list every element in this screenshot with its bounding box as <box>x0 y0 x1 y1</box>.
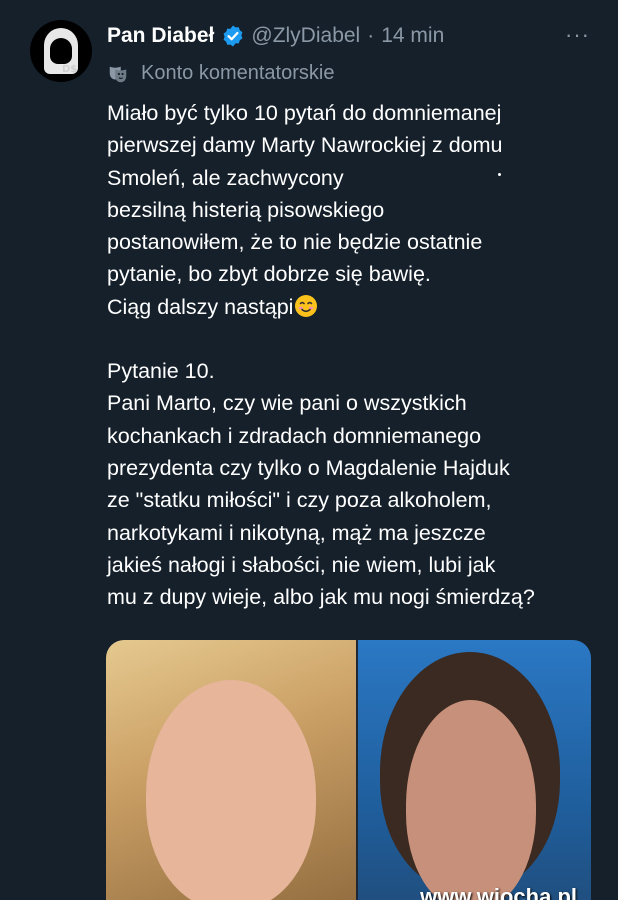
photo-right[interactable] <box>358 640 591 900</box>
stray-dot <box>498 173 501 176</box>
hood-shadow <box>50 38 72 64</box>
tweet-header: Pan Diabeł @ZlyDiabel · 14 min <box>107 22 444 50</box>
verified-badge-icon <box>223 25 243 47</box>
photo-left[interactable] <box>106 640 356 900</box>
display-name[interactable]: Pan Diabeł <box>107 24 214 48</box>
account-type-label: Konto komentatorskie <box>107 62 334 85</box>
tweet-paragraph-1: Miało być tylko 10 pytań do domniemanej … <box>107 97 607 323</box>
tweet-paragraph-2: Pytanie 10. Pani Marto, czy wie pani o w… <box>107 359 535 610</box>
face-left <box>146 680 316 900</box>
face-right <box>406 700 536 900</box>
watermark: www.wiocha.pl <box>420 884 577 900</box>
user-handle[interactable]: @ZlyDiabel <box>251 24 360 48</box>
avatar[interactable]: D$ <box>30 20 92 82</box>
avatar-tag: D$ <box>62 64 78 75</box>
smiling-face-emoji <box>295 294 318 317</box>
separator-dot: · <box>367 24 375 47</box>
paragraph-1-text: Miało być tylko 10 pytań do domniemanej … <box>107 101 503 319</box>
tweet-media[interactable]: www.wiocha.pl <box>106 640 591 900</box>
theater-mask-icon <box>109 66 127 82</box>
tweet-body: Miało być tylko 10 pytań do domniemanej … <box>107 97 607 613</box>
timestamp[interactable]: 14 min <box>381 24 444 48</box>
more-options-icon[interactable]: ··· <box>565 22 590 48</box>
account-type-text: Konto komentatorskie <box>141 62 335 84</box>
